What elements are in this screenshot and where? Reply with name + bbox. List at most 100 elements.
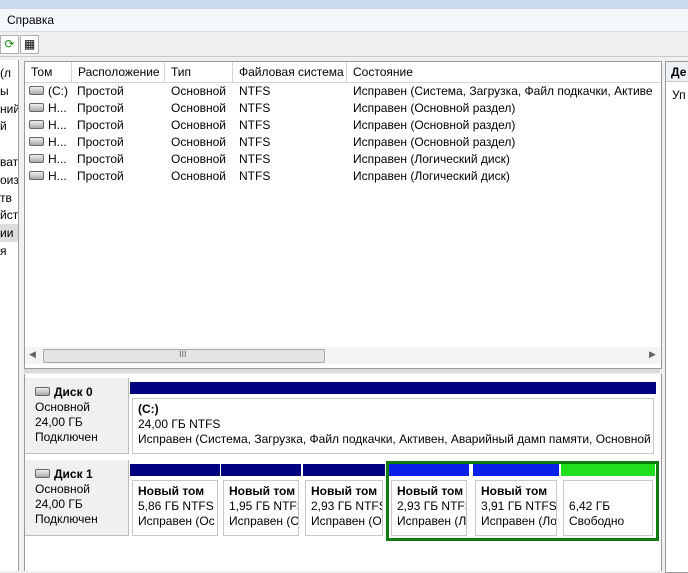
nav-item[interactable]: йст	[0, 206, 18, 224]
partition-bar	[130, 382, 656, 394]
cell-name: Н...	[29, 100, 73, 117]
partition-bar	[303, 464, 385, 476]
partition-size: 24,00 ГБ NTFS	[138, 417, 221, 431]
partition-name: Новый том	[311, 484, 378, 498]
toolbar: ⟳ ▦	[0, 32, 688, 57]
partition-name: Новый том	[138, 484, 205, 498]
cell-fs: NTFS	[239, 118, 271, 132]
partition-size: 5,86 ГБ NTFS	[138, 499, 214, 513]
partition-bar	[130, 464, 220, 476]
table-row[interactable]: Н... Простой Основной NTFS Исправен (Логичес…	[25, 151, 661, 168]
volume-disk-icon	[29, 137, 44, 147]
table-row[interactable]: (C:) Простой Основной NTFS Исправен (Система…	[25, 83, 661, 100]
disk-name: Диск 1	[54, 467, 93, 481]
partition-status: Исправен (С	[229, 514, 299, 528]
cell-type: Основной	[171, 169, 227, 183]
partition-block[interactable]: Новый том 2,93 ГБ NTFS Исправен (О	[303, 464, 385, 538]
column-layout[interactable]: Расположение	[72, 62, 165, 82]
cell-type: Основной	[171, 152, 227, 166]
table-row[interactable]: Н... Простой Основной NTFS Исправен (Основно…	[25, 100, 661, 117]
volume-name: Н...	[48, 101, 67, 115]
nav-item[interactable]: (л	[0, 64, 18, 82]
scroll-grip: III	[179, 349, 187, 359]
refresh-icon[interactable]: ⟳	[0, 35, 19, 54]
column-filesystem[interactable]: Файловая система	[233, 62, 347, 82]
volume-list: Том Расположение Тип Файловая система Со…	[24, 61, 662, 369]
cell-status: Исправен (Система, Загрузка, Файл подкач…	[353, 84, 653, 98]
disk-size: 24,00 ГБ	[35, 415, 83, 429]
partition-block[interactable]: (C:) 24,00 ГБ NTFS Исправен (Система, Загр…	[130, 382, 656, 456]
cell-type: Основной	[171, 118, 227, 132]
cell-layout: Простой	[77, 152, 124, 166]
menu-bar: Справка	[0, 9, 688, 32]
volume-name: (C:)	[48, 84, 68, 98]
disk-icon	[35, 387, 50, 397]
partition-name: Новый том	[229, 484, 296, 498]
cell-status: Исправен (Логический диск)	[353, 169, 510, 183]
nav-item[interactable]: я	[0, 242, 18, 260]
column-type[interactable]: Тип	[165, 62, 233, 82]
scroll-thumb[interactable]: III	[43, 349, 325, 363]
actions-pane: Де Уп	[665, 61, 688, 573]
cell-fs: NTFS	[239, 169, 271, 183]
disk-icon	[35, 469, 50, 479]
navigation-tree: (лынийй ватеоизтвйстиия	[0, 60, 19, 571]
cell-status: Исправен (Основной раздел)	[353, 118, 516, 132]
volume-list-header: Том Расположение Тип Файловая система Со…	[25, 62, 661, 83]
scroll-left-icon[interactable]: ◀	[29, 349, 36, 360]
disk-name-line: Диск 0	[35, 385, 128, 400]
table-row[interactable]: Н... Простой Основной NTFS Исправен (Основно…	[25, 134, 661, 151]
nav-item[interactable]: тв	[0, 189, 18, 207]
disk-type: Основной	[35, 400, 91, 414]
horizontal-scrollbar[interactable]: ◀ III ▶	[25, 347, 661, 364]
actions-item[interactable]: Уп	[672, 88, 686, 102]
nav-item[interactable]: ии	[0, 224, 18, 243]
partition-body: Новый том 5,86 ГБ NTFS Исправен (Ос	[132, 480, 218, 536]
menu-help[interactable]: Справка	[4, 12, 57, 28]
nav-item[interactable]: ний	[0, 100, 18, 118]
scroll-right-icon[interactable]: ▶	[649, 349, 656, 360]
table-row[interactable]: Н... Простой Основной NTFS Исправен (Основно…	[25, 117, 661, 134]
nav-item[interactable]: й	[0, 117, 18, 135]
cell-type: Основной	[171, 135, 227, 149]
volume-disk-icon	[29, 171, 44, 181]
disk-graph-pane: Диск 0 Основной 24,00 ГБ Подключен (C:) 24,00…	[24, 374, 662, 571]
pane-splitter[interactable]	[24, 369, 660, 373]
volume-disk-icon	[29, 103, 44, 113]
partition-body: Новый том 2,93 ГБ NTFS Исправен (О	[305, 480, 383, 536]
volume-disk-icon	[29, 120, 44, 130]
table-row[interactable]: Н... Простой Основной NTFS Исправен (Логичес…	[25, 168, 661, 185]
nav-item[interactable]: ы	[0, 82, 18, 100]
nav-item[interactable]: оиз	[0, 171, 18, 189]
actions-header: Де	[666, 62, 688, 82]
cell-type: Основной	[171, 101, 227, 115]
partition-block[interactable]: Новый том 5,86 ГБ NTFS Исправен (Ос	[130, 464, 220, 538]
disk-type: Основной	[35, 482, 91, 496]
cell-layout: Простой	[77, 118, 124, 132]
cell-name: (C:)	[29, 83, 73, 100]
partition-bar	[221, 464, 301, 476]
disk-state: Подключен	[35, 512, 98, 526]
disk-name: Диск 0	[54, 385, 93, 399]
disk-name-line: Диск 1	[35, 467, 128, 482]
partition-size: 1,95 ГБ NTFS	[229, 499, 299, 513]
cell-fs: NTFS	[239, 101, 271, 115]
cell-fs: NTFS	[239, 152, 271, 166]
nav-item[interactable]: вате	[0, 153, 18, 171]
volume-name: Н...	[48, 152, 67, 166]
partition-status: Исправен (Ос	[138, 514, 215, 528]
cell-layout: Простой	[77, 135, 124, 149]
cell-status: Исправен (Логический диск)	[353, 152, 510, 166]
partition-body: (C:) 24,00 ГБ NTFS Исправен (Система, Загр…	[132, 398, 654, 454]
nav-item[interactable]	[0, 135, 18, 153]
partition-body: Новый том 1,95 ГБ NTFS Исправен (С	[223, 480, 299, 536]
properties-icon[interactable]: ▦	[20, 35, 39, 54]
partition-block[interactable]: Новый том 1,95 ГБ NTFS Исправен (С	[221, 464, 301, 538]
disk-state: Подключен	[35, 430, 98, 444]
cell-name: Н...	[29, 134, 73, 151]
cell-type: Основной	[171, 84, 227, 98]
column-volume[interactable]: Том	[25, 62, 72, 82]
cell-name: Н...	[29, 151, 73, 168]
cell-layout: Простой	[77, 101, 124, 115]
column-status[interactable]: Состояние	[347, 62, 661, 82]
